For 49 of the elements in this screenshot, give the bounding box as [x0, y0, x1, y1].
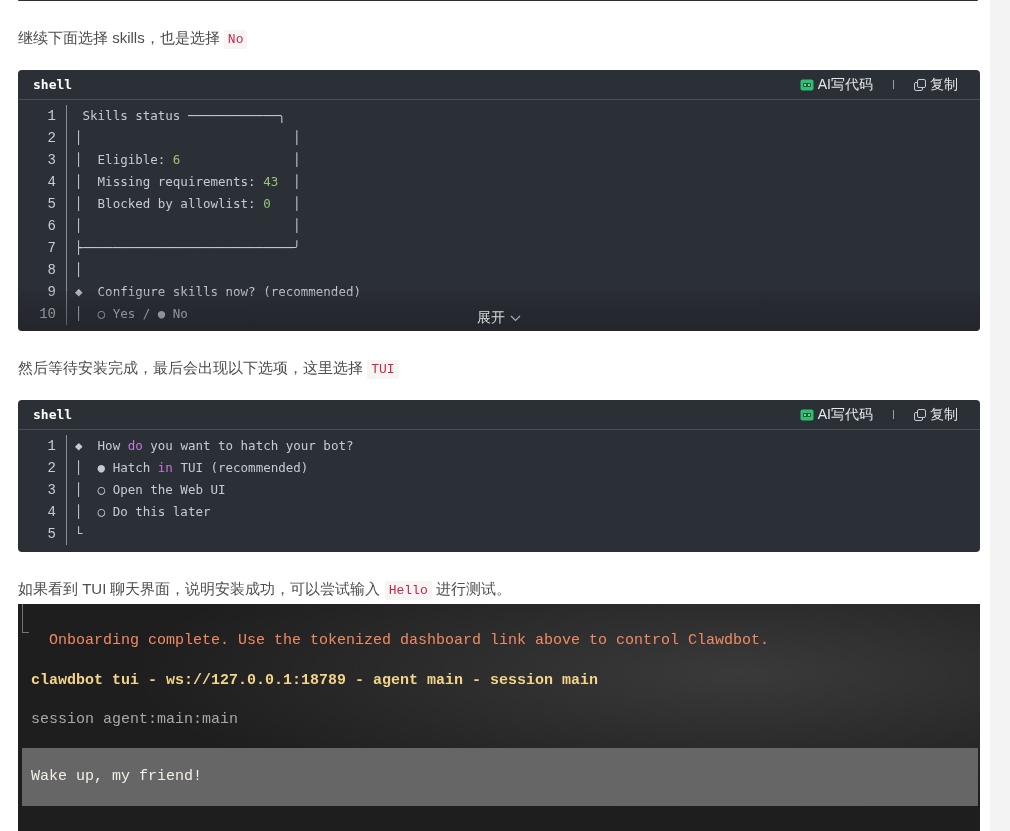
line-number: 1: [18, 435, 67, 457]
code-line: │ ● Hatch in TUI (recommended): [74, 459, 309, 477]
line-number: 4: [18, 171, 67, 193]
line-number: 5: [18, 523, 67, 545]
code-line: │ │: [74, 217, 301, 235]
line-number: 1: [18, 105, 67, 127]
copy-button[interactable]: 复制: [914, 75, 958, 94]
code-line: │ ○ Yes / ● No: [74, 305, 188, 323]
paragraph: 如果看到 TUI 聊天界面，说明安装成功，可以尝试输入 Hello 进行测试。: [18, 579, 512, 602]
expand-button[interactable]: 展开: [477, 309, 521, 327]
line-number: 4: [18, 501, 67, 523]
code-line: │ Missing requirements: 43 │: [74, 173, 301, 191]
line-number: 7: [18, 237, 67, 259]
code-line: Skills status ────────────╮: [81, 107, 286, 125]
line-number: 10: [18, 303, 67, 325]
terminal-line: session agent:main:main: [30, 710, 240, 730]
line-number: 5: [18, 193, 67, 215]
robot-icon: [799, 408, 814, 421]
copy-icon: [914, 408, 926, 421]
frame-corner-line: [22, 604, 29, 633]
copy-button[interactable]: 复制: [914, 405, 958, 424]
code-line: ◆ How do you want to hatch your bot?: [74, 437, 354, 455]
code-line: │: [74, 261, 83, 279]
paragraph: 继续下面选择 skills，也是选择 No: [18, 26, 980, 52]
code-line: │ Eligible: 6 │: [74, 151, 301, 169]
line-number: 8: [18, 259, 67, 281]
terminal-line: Onboarding complete. Use the tokenized dashboard link above to control Clawdbot.: [48, 631, 771, 651]
copy-icon: [914, 78, 926, 91]
ai-code-button[interactable]: AI写代码: [799, 405, 873, 424]
line-number: 2: [18, 127, 67, 149]
code-line: │ Blocked by allowlist: 0 │: [74, 195, 301, 213]
code-line: │ ○ Open the Web UI: [74, 481, 226, 499]
language-label: shell: [33, 407, 73, 422]
line-number: 6: [18, 215, 67, 237]
code-line: ◆ Configure skills now? (recommended): [74, 283, 361, 301]
line-number: 3: [18, 149, 67, 171]
paragraph: 然后等待安装完成，最后会出现以下选项，这里选择 TUI: [18, 356, 980, 382]
ai-code-button[interactable]: AI写代码: [799, 75, 873, 94]
chevron-down-icon: [510, 314, 521, 322]
code-line: └: [74, 525, 83, 543]
language-label: shell: [33, 77, 73, 92]
terminal-line: clawdbot tui - ws://127.0.0.1:18789 - agent main - session main: [30, 671, 600, 691]
code-line: │ ○ Do this later: [74, 503, 211, 521]
line-number: 2: [18, 457, 67, 479]
line-number: 9: [18, 281, 67, 303]
code-line: ├────────────────────────────╯: [74, 239, 301, 257]
robot-icon: [799, 78, 814, 91]
code-line: │ │: [74, 129, 301, 147]
line-number: 3: [18, 479, 67, 501]
